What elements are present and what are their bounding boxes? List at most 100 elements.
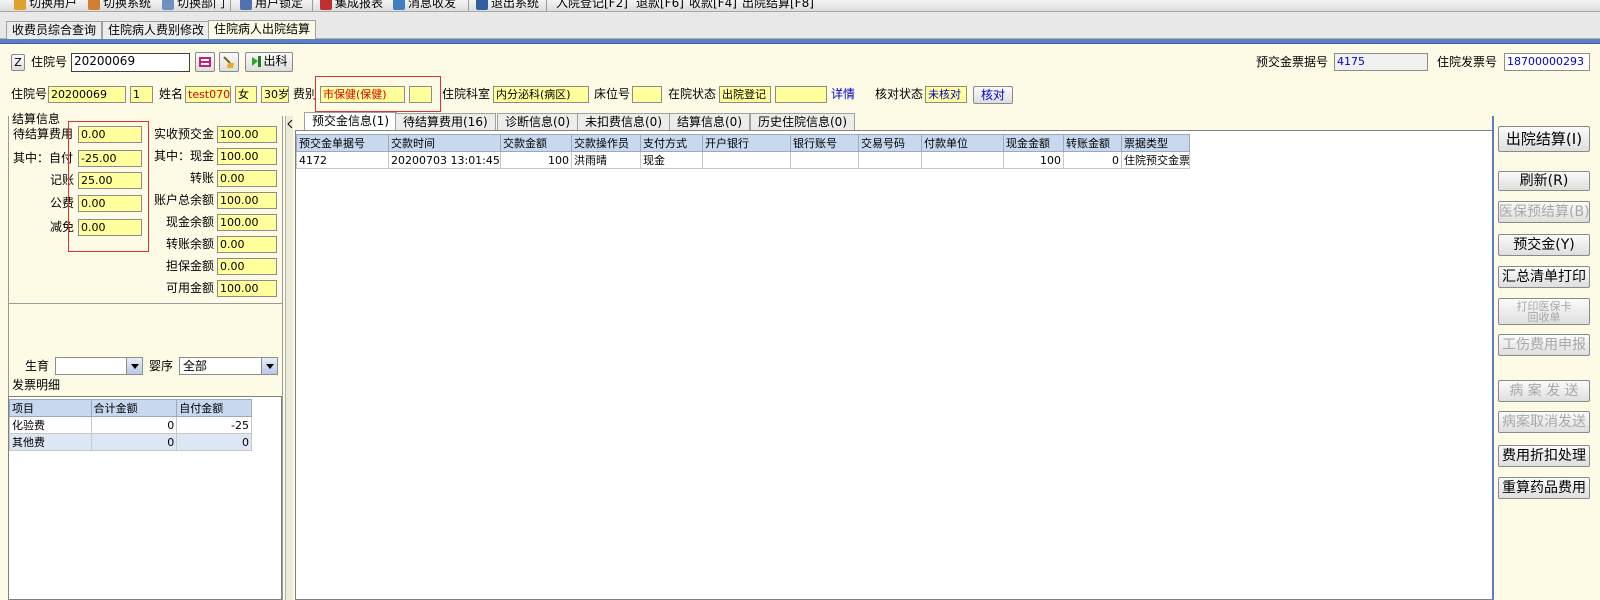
infant-label: 婴序 [149, 359, 174, 373]
col-transfer-amount[interactable]: 转账金额 [1063, 134, 1122, 152]
toolbar-switch-dept[interactable]: 切换部门 [162, 0, 225, 11]
pending-fee-label: 待结算费用 [13, 127, 74, 141]
invoice-detail-table: 项目 合计金额 自付金额 化验费 0 -25 其他费 0 0 [9, 399, 252, 451]
check-status-field: 未核对 [925, 86, 967, 103]
invoice-no-field: 18700000293 [1504, 53, 1590, 71]
col-bank[interactable]: 开户银行 [702, 134, 791, 152]
inpatient-no-input[interactable]: 20200069 [71, 53, 190, 72]
card-read-button[interactable] [195, 52, 215, 72]
tab-accent-bar [0, 39, 1600, 44]
tab-fee-type-change[interactable]: 住院病人费别修改 [102, 21, 211, 39]
col-cash-amount[interactable]: 现金金额 [1003, 134, 1064, 152]
exit-icon [476, 0, 488, 10]
col-trade-no[interactable]: 交易号码 [858, 134, 922, 152]
discharge-settle-button[interactable]: 出院结算(I) [1498, 126, 1590, 152]
fee-type-highlight [315, 76, 441, 112]
birth-label: 生育 [25, 359, 50, 373]
toolbar-switch-user[interactable]: 切换用户 [14, 0, 77, 11]
invoice-col-selfpay[interactable]: 自付金额 [176, 399, 252, 417]
check-button[interactable]: 核对 [973, 86, 1013, 104]
col-deposit-no[interactable]: 预交金单据号 [296, 134, 389, 152]
patient-inpatient-field: 20200069 [48, 86, 126, 103]
patient-name-field: test0703 [185, 86, 231, 103]
col-operator[interactable]: 交款操作员 [571, 134, 641, 152]
received-deposit-label: 实收预交金 [154, 127, 215, 141]
summary-print-button[interactable]: 汇总清单打印 [1498, 266, 1590, 288]
tab-diagnosis[interactable]: 诊断信息(0) [497, 113, 578, 130]
birth-select[interactable] [55, 357, 143, 375]
toolbar-refund-f6[interactable]: 退款[F6] [636, 0, 684, 11]
check-status-label: 核对状态 [875, 87, 924, 101]
print-insurance-card-receipt-button[interactable]: 打印医保卡回收单 [1498, 298, 1590, 325]
detail-link[interactable]: 详情 [831, 86, 855, 103]
col-pay-method[interactable]: 支付方式 [640, 134, 703, 152]
transfer-balance-label: 转账余额 [166, 237, 215, 251]
z-button[interactable]: Z [11, 54, 25, 71]
infant-select[interactable]: 全部 [179, 357, 278, 375]
discharge-dept-button[interactable]: 出科 [245, 52, 293, 72]
age-field: 30岁 [261, 86, 289, 103]
tab-pending-fees[interactable]: 待结算费用(16) [395, 113, 496, 130]
toolbar-discharge-f8[interactable]: 出院结算[F8] [742, 0, 814, 11]
exit-door-icon [252, 56, 262, 67]
top-tab-bar: 收费员综合查询 住院病人费别修改 住院病人出院结算 [0, 12, 1600, 40]
col-pay-time[interactable]: 交款时间 [388, 134, 501, 152]
user-icon [14, 0, 26, 10]
dept-label: 住院科室 [442, 87, 491, 101]
tab-discharge-settlement[interactable]: 住院病人出院结算 [208, 20, 317, 40]
tab-history[interactable]: 历史住院信息(0) [750, 113, 855, 130]
total-balance-label: 账户总余额 [154, 193, 215, 207]
table-row[interactable]: 其他费 0 0 [9, 433, 252, 451]
toolbar-reports[interactable]: 集成报表 [320, 0, 383, 11]
message-icon [393, 0, 405, 10]
total-balance-field: 100.00 [217, 192, 277, 209]
cash-label: 其中：现金 [154, 149, 215, 163]
report-icon [320, 0, 332, 10]
insurance-pre-settle-button[interactable]: 医保预结算(B) [1498, 201, 1590, 223]
dept-field: 内分泌科(病区) [493, 86, 589, 103]
toolbar-exit-system[interactable]: 退出系统 [476, 0, 539, 11]
guarantee-field: 0.00 [217, 258, 277, 275]
clear-button[interactable] [219, 52, 239, 72]
chevron-down-icon [126, 358, 142, 374]
status-label: 在院状态 [668, 87, 717, 101]
bed-label: 床位号 [594, 87, 631, 101]
invoice-detail-title: 发票明细 [12, 378, 61, 392]
patient-inpatient-label: 住院号 [11, 87, 48, 101]
panel-splitter[interactable] [285, 116, 293, 600]
cash-balance-label: 现金余额 [166, 215, 215, 229]
toolbar-switch-system[interactable]: 切换系统 [88, 0, 151, 11]
tab-unpaid[interactable]: 未扣费信息(0) [577, 113, 670, 130]
table-row[interactable]: 化验费 0 -25 [9, 416, 252, 434]
cash-balance-field: 100.00 [217, 214, 277, 231]
case-send-button[interactable]: 病 案 发 送 [1498, 380, 1590, 402]
recalc-drug-fee-button[interactable]: 重算药品费用 [1498, 477, 1590, 499]
sex-field: 女 [235, 86, 257, 103]
toolbar-lock-user[interactable]: 用户锁定 [240, 0, 303, 11]
invoice-col-total[interactable]: 合计金额 [90, 399, 178, 417]
tab-deposit-info[interactable]: 预交金信息(1) [304, 112, 397, 131]
name-label: 姓名 [159, 87, 184, 101]
self-pay-label: 其中：自付 [13, 151, 74, 165]
tab-cashier-query[interactable]: 收费员综合查询 [6, 21, 103, 39]
transfer-balance-field: 0.00 [217, 236, 277, 253]
col-pay-amount[interactable]: 交款金额 [500, 134, 572, 152]
guarantee-label: 担保金额 [166, 259, 215, 273]
toolbar-receive-f4[interactable]: 收款[F4] [689, 0, 737, 11]
deposit-button[interactable]: 预交金(Y) [1498, 234, 1590, 256]
table-row[interactable]: 4172 20200703 13:01:45 100 洪雨晴 现金 100 0 … [296, 151, 1190, 169]
refresh-button[interactable]: 刷新(R) [1498, 171, 1590, 191]
toolbar-messages[interactable]: 消息收发 [393, 0, 456, 11]
col-receipt-type[interactable]: 票据类型 [1121, 134, 1190, 152]
toolbar-admission-f2[interactable]: 入院登记[F2] [556, 0, 628, 11]
col-bank-account[interactable]: 银行账号 [790, 134, 859, 152]
tab-settlement-info[interactable]: 结算信息(0) [669, 113, 750, 130]
invoice-col-item[interactable]: 项目 [9, 399, 92, 417]
transfer-field: 0.00 [217, 170, 277, 187]
work-injury-declare-button[interactable]: 工伤费用申报 [1498, 334, 1590, 356]
col-payer[interactable]: 付款单位 [921, 134, 1004, 152]
admission-times-field: 1 [130, 86, 153, 103]
fee-discount-button[interactable]: 费用折扣处理 [1498, 445, 1590, 467]
case-cancel-send-button[interactable]: 病案取消发送 [1498, 411, 1590, 433]
card-reader-icon [199, 57, 211, 67]
